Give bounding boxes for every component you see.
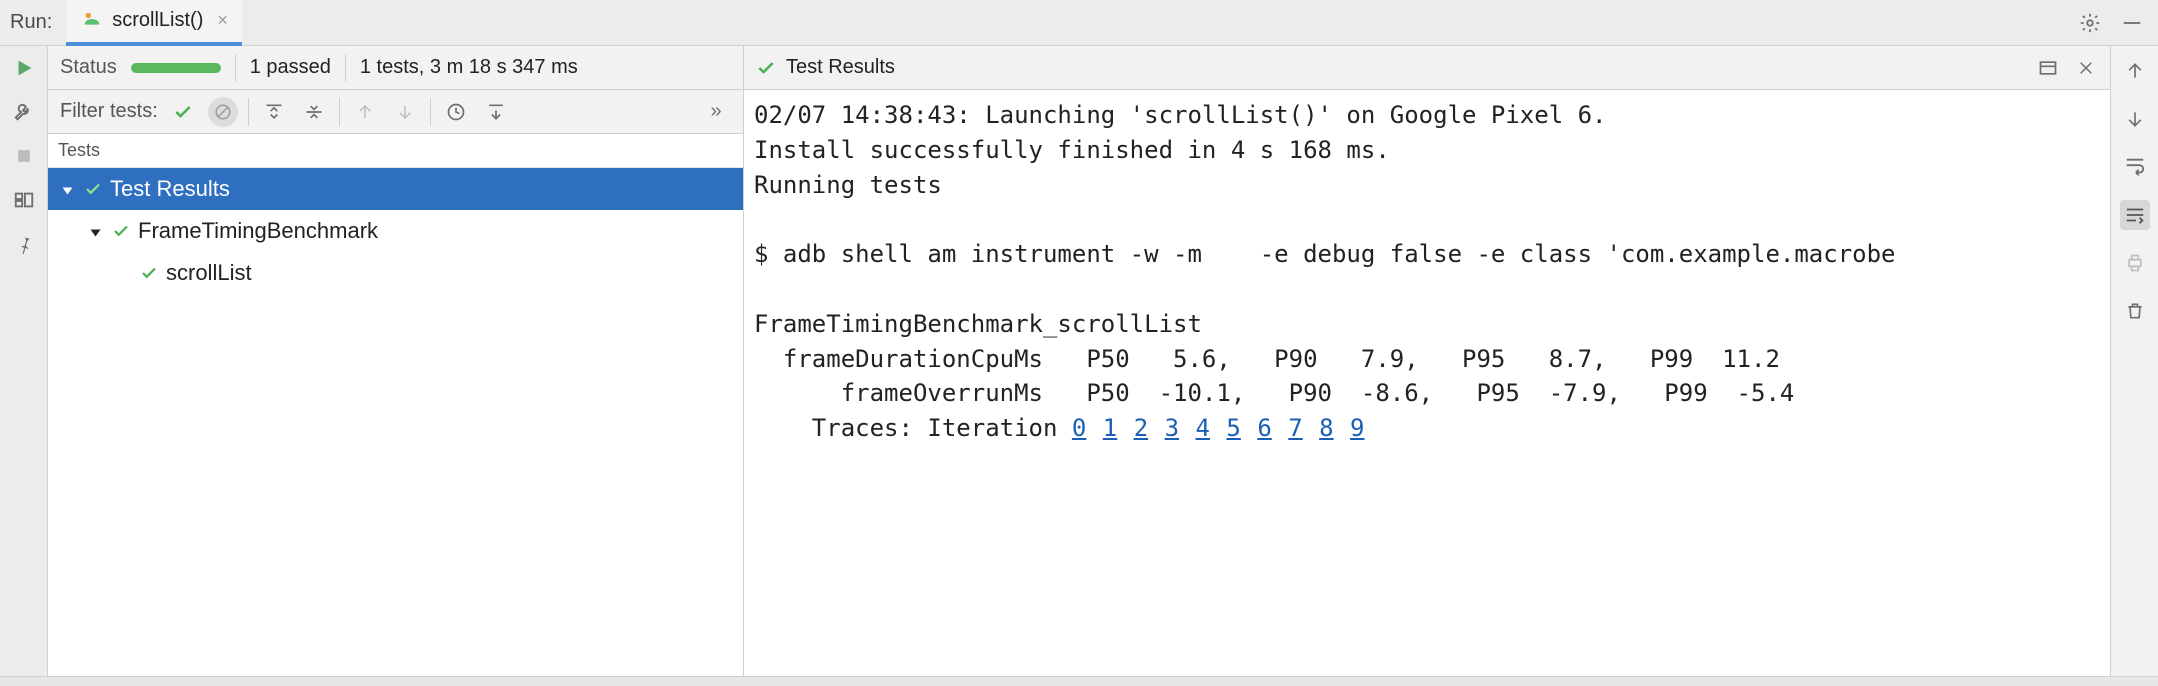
tree-node[interactable]: scrollList: [48, 252, 743, 294]
pass-count: 1 passed: [250, 56, 331, 79]
run-label: Run:: [6, 11, 66, 34]
console-line: Running tests: [754, 168, 2100, 203]
trace-link[interactable]: 8: [1319, 414, 1333, 442]
trace-link[interactable]: 0: [1072, 414, 1086, 442]
console-line: frameOverrunMs P50 -10.1, P90 -8.6, P95 …: [754, 376, 2100, 411]
scroll-down-icon[interactable]: [2120, 104, 2150, 134]
expand-all-icon[interactable]: [259, 97, 289, 127]
tabbar: Run: scrollList() ×: [0, 0, 2158, 46]
pin-icon[interactable]: [12, 232, 36, 256]
check-icon: [112, 222, 130, 240]
status-bar: Status 1 passed 1 tests, 3 m 18 s 347 ms: [48, 46, 743, 90]
divider: [345, 54, 346, 82]
layout-icon[interactable]: [12, 188, 36, 212]
divider: [235, 54, 236, 82]
console-line: Install successfully finished in 4 s 168…: [754, 133, 2100, 168]
trash-icon[interactable]: [2120, 296, 2150, 326]
prev-failed-icon[interactable]: [350, 97, 380, 127]
scroll-up-icon[interactable]: [2120, 56, 2150, 86]
tree-node[interactable]: Test Results: [48, 168, 743, 210]
left-gutter: [0, 46, 48, 676]
chevron-down-icon[interactable]: [58, 176, 76, 202]
close-icon[interactable]: ×: [217, 10, 228, 31]
filter-label: Filter tests:: [60, 100, 158, 123]
chevron-down-icon[interactable]: [86, 218, 104, 244]
check-icon: [140, 264, 158, 282]
console-line: Traces: Iteration 0 1 2 3 4 5 6 7 8 9: [754, 411, 2100, 446]
test-panel: Status 1 passed 1 tests, 3 m 18 s 347 ms…: [48, 46, 744, 676]
console-title: Test Results: [786, 56, 895, 79]
collapse-all-icon[interactable]: [299, 97, 329, 127]
tree-node[interactable]: FrameTimingBenchmark: [48, 210, 743, 252]
trace-link[interactable]: 1: [1103, 414, 1117, 442]
console-line: FrameTimingBenchmark_scrollList: [754, 307, 2100, 342]
trace-links: 0 1 2 3 4 5 6 7 8 9: [1072, 414, 1381, 442]
android-icon: [80, 9, 104, 33]
progress-bar: [131, 63, 221, 73]
console-line: $ adb shell am instrument -w -m -e debug…: [754, 237, 2100, 272]
more-icon[interactable]: »: [701, 97, 731, 127]
history-icon[interactable]: [441, 97, 471, 127]
test-timing: 1 tests, 3 m 18 s 347 ms: [360, 56, 578, 79]
check-icon: [756, 58, 776, 78]
divider: [430, 98, 431, 126]
show-passed-icon[interactable]: [168, 97, 198, 127]
softwrap-icon[interactable]: [2120, 152, 2150, 182]
run-icon[interactable]: [12, 56, 36, 80]
status-label: Status: [60, 56, 117, 79]
stop-icon[interactable]: [12, 144, 36, 168]
console-line: 02/07 14:38:43: Launching 'scrollList()'…: [754, 98, 2100, 133]
divider: [248, 98, 249, 126]
import-results-icon[interactable]: [481, 97, 511, 127]
minimize-icon[interactable]: [2120, 11, 2144, 35]
divider: [339, 98, 340, 126]
trace-link[interactable]: 6: [1257, 414, 1271, 442]
tab-scrolllist[interactable]: scrollList() ×: [66, 0, 242, 46]
test-tree[interactable]: Test Results FrameTimingBenchmark scrollLi…: [48, 168, 743, 676]
run-panel: Run: scrollList() ×: [0, 0, 2158, 686]
close-console-icon[interactable]: [2074, 56, 2098, 80]
console-line: [754, 272, 2100, 307]
console-output[interactable]: 02/07 14:38:43: Launching 'scrollList()'…: [744, 90, 2110, 676]
trace-link[interactable]: 9: [1350, 414, 1364, 442]
console-header: Test Results: [744, 46, 2110, 90]
trace-link[interactable]: 3: [1165, 414, 1179, 442]
print-icon[interactable]: [2120, 248, 2150, 278]
wrench-icon[interactable]: [12, 100, 36, 124]
trace-link[interactable]: 2: [1134, 414, 1148, 442]
scroll-to-end-icon[interactable]: [2120, 200, 2150, 230]
body: Status 1 passed 1 tests, 3 m 18 s 347 ms…: [0, 46, 2158, 676]
bottom-bar: [0, 676, 2158, 686]
gear-icon[interactable]: [2078, 11, 2102, 35]
tree-header: Tests: [48, 134, 743, 168]
trace-link[interactable]: 5: [1226, 414, 1240, 442]
check-icon: [84, 180, 102, 198]
trace-link[interactable]: 7: [1288, 414, 1302, 442]
console-line: frameDurationCpuMs P50 5.6, P90 7.9, P95…: [754, 342, 2100, 377]
tree-node-label: FrameTimingBenchmark: [138, 218, 378, 244]
tree-node-label: Test Results: [110, 176, 230, 202]
trace-link[interactable]: 4: [1196, 414, 1210, 442]
tree-node-label: scrollList: [166, 260, 252, 286]
show-ignored-icon[interactable]: [208, 97, 238, 127]
right-gutter: [2110, 46, 2158, 676]
tab-label: scrollList(): [112, 9, 203, 32]
console-line: [754, 202, 2100, 237]
console-wrap: Test Results 02/07 14:38:43: Launching '…: [744, 46, 2158, 676]
filter-bar: Filter tests:: [48, 90, 743, 134]
next-failed-icon[interactable]: [390, 97, 420, 127]
console: Test Results 02/07 14:38:43: Launching '…: [744, 46, 2110, 676]
restore-layout-icon[interactable]: [2036, 56, 2060, 80]
